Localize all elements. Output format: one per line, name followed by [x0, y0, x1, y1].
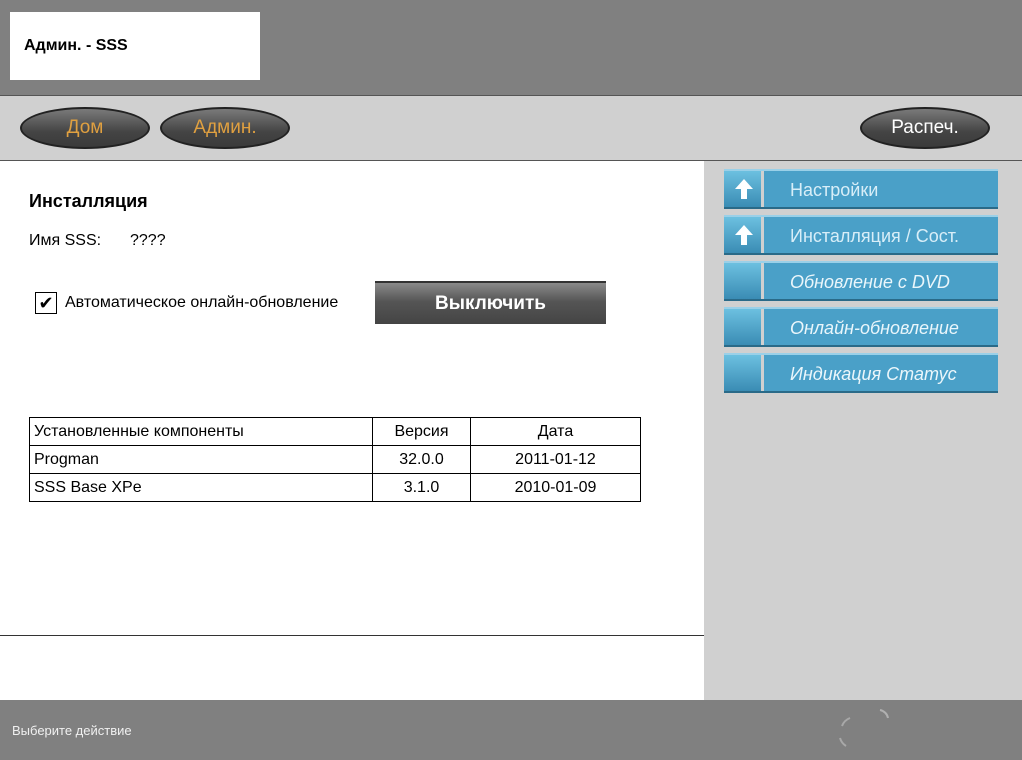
- disable-button-label: Выключить: [435, 292, 546, 314]
- sidebar: Настройки Инсталляция / Сост. Обновление…: [704, 161, 1022, 700]
- component-name: Progman: [29, 445, 373, 474]
- nav-bar: Дом Админ. Распеч.: [0, 95, 1022, 161]
- main-lower-area: [0, 635, 704, 701]
- home-button-label: Дом: [66, 117, 104, 138]
- auto-update-checkbox[interactable]: ✔: [35, 292, 57, 314]
- sidebar-item-icon-cell: [724, 263, 764, 299]
- up-arrow-icon: [735, 225, 753, 245]
- print-button[interactable]: Распеч.: [860, 107, 990, 149]
- component-name: SSS Base XPe: [29, 473, 373, 502]
- admin-button[interactable]: Админ.: [160, 107, 290, 149]
- column-header-date: Дата: [470, 417, 641, 446]
- table-row: Progman 32.0.0 2011-01-12: [29, 445, 641, 474]
- main-panel: Инсталляция Имя SSS: ???? ✔ Автоматическ…: [0, 161, 704, 635]
- component-version: 32.0.0: [372, 445, 471, 474]
- sidebar-item-icon-cell: [724, 309, 764, 345]
- status-text: Выберите действие: [12, 723, 132, 738]
- sidebar-item-icon-cell: [724, 355, 764, 391]
- sidebar-item-icon-cell: [724, 217, 764, 253]
- title-box: Админ. - SSS: [10, 12, 260, 80]
- page-title: Инсталляция: [29, 191, 148, 211]
- auto-update-label: Автоматическое онлайн-обновление: [65, 294, 339, 311]
- window-title: Админ. - SSS: [24, 37, 128, 54]
- sidebar-item-label: Обновление с DVD: [790, 272, 950, 292]
- admin-button-label: Админ.: [193, 117, 257, 138]
- sss-name-label: Имя SSS:: [29, 232, 102, 249]
- component-date: 2011-01-12: [470, 445, 641, 474]
- print-button-label: Распеч.: [891, 117, 959, 138]
- sidebar-item-label: Индикация Статус: [790, 364, 957, 384]
- table-row: SSS Base XPe 3.1.0 2010-01-09: [29, 473, 641, 502]
- sidebar-item-status[interactable]: Индикация Статус: [724, 353, 998, 393]
- home-button[interactable]: Дом: [20, 107, 150, 149]
- sidebar-item-installation[interactable]: Инсталляция / Сост.: [724, 215, 998, 255]
- checkmark-icon: ✔: [38, 292, 54, 313]
- status-bar: Выберите действие: [0, 700, 1022, 760]
- sidebar-item-label: Инсталляция / Сост.: [790, 226, 960, 246]
- sidebar-item-label: Настройки: [790, 180, 879, 200]
- sidebar-item-dvd-update[interactable]: Обновление с DVD: [724, 261, 998, 301]
- sss-name-value: ????: [130, 232, 166, 249]
- sidebar-item-settings[interactable]: Настройки: [724, 169, 998, 209]
- column-header-components: Установленные компоненты: [29, 417, 373, 446]
- up-arrow-icon: [735, 179, 753, 199]
- component-version: 3.1.0: [372, 473, 471, 502]
- sidebar-item-online-update[interactable]: Онлайн-обновление: [724, 307, 998, 347]
- component-date: 2010-01-09: [470, 473, 641, 502]
- components-table: Установленные компоненты Версия Дата Pro…: [29, 417, 641, 502]
- table-header-row: Установленные компоненты Версия Дата: [29, 417, 641, 446]
- sidebar-item-label: Онлайн-обновление: [790, 318, 959, 338]
- sidebar-item-icon-cell: [724, 171, 764, 207]
- disable-button[interactable]: Выключить: [375, 281, 606, 324]
- column-header-version: Версия: [372, 417, 471, 446]
- loading-spinner-icon: [839, 709, 889, 747]
